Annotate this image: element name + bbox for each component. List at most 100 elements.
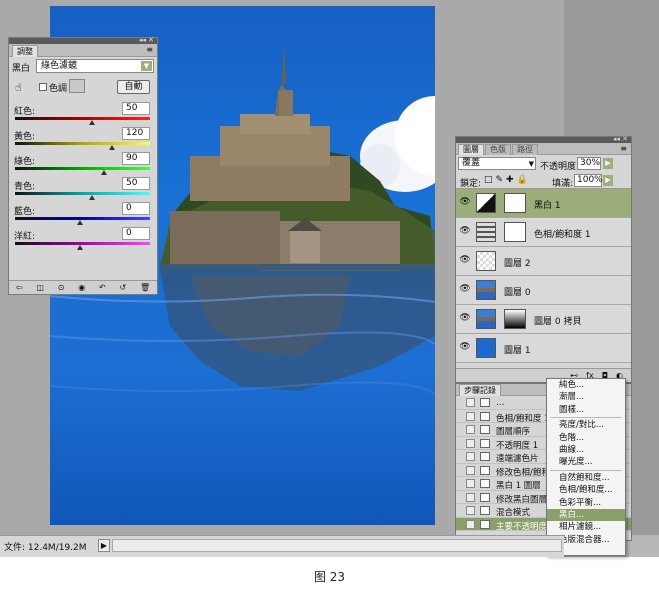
visibility-eye-icon[interactable]: 👁: [458, 342, 472, 354]
menu-item[interactable]: 相片濾鏡...: [547, 521, 625, 533]
layer-row[interactable]: 👁 色相/飽和度 1: [456, 218, 631, 247]
history-item-label: …: [496, 398, 505, 408]
opacity-slider-arrow-icon[interactable]: ▶: [603, 158, 613, 169]
layer-thumbnail[interactable]: [476, 280, 496, 300]
menu-item[interactable]: 曲線...: [547, 444, 625, 456]
slider-track[interactable]: [15, 142, 150, 145]
visibility-eye-icon[interactable]: 👁: [458, 255, 472, 267]
visibility-eye-icon[interactable]: 👁: [458, 313, 472, 325]
history-source-checkbox[interactable]: [466, 519, 475, 529]
layer-row[interactable]: 👁 圖層 0 拷貝: [456, 305, 631, 334]
opacity-input[interactable]: 30%: [577, 157, 601, 170]
bw-adjustment-icon: [476, 193, 496, 213]
history-item-label: 不透明度 1: [496, 440, 539, 451]
menu-item[interactable]: 純色...: [547, 379, 625, 391]
menu-item[interactable]: 亮度/對比...: [547, 419, 625, 431]
tab-layers-0[interactable]: 圖層: [458, 144, 484, 155]
menu-item[interactable]: 色階...: [547, 432, 625, 444]
slider-value-input[interactable]: 50: [122, 102, 150, 115]
slider-thumb[interactable]: [76, 220, 83, 225]
chevron-down-icon[interactable]: ▼: [141, 61, 152, 71]
hue-saturation-icon: [476, 222, 496, 242]
tab-adjustments[interactable]: 調整: [12, 45, 38, 57]
menu-item[interactable]: 自然飽和度...: [547, 472, 625, 484]
clip-layer-icon[interactable]: ⊙: [58, 283, 65, 292]
status-arrow-icon[interactable]: ▶: [98, 539, 110, 552]
tab-layers-1[interactable]: 色版: [485, 144, 511, 155]
layer-row[interactable]: 👁 黑白 1: [456, 189, 631, 218]
chevron-down-icon[interactable]: ▼: [529, 159, 534, 170]
layer-mask-thumbnail[interactable]: [504, 222, 526, 242]
lock-icons[interactable]: □✎✚🔒: [484, 175, 531, 185]
fill-input[interactable]: 100%: [574, 174, 603, 187]
slider-value-input[interactable]: 50: [122, 177, 150, 190]
history-source-checkbox[interactable]: [466, 452, 475, 461]
menu-item[interactable]: 色彩平衡...: [547, 497, 625, 509]
menu-item[interactable]: 色相/飽和度...: [547, 484, 625, 496]
panel-menu-icon[interactable]: ≡: [146, 45, 153, 54]
slider-thumb[interactable]: [109, 145, 116, 150]
layer-thumbnail[interactable]: [476, 309, 496, 329]
fill-slider-arrow-icon[interactable]: ▶: [603, 175, 613, 186]
collapse-icon[interactable]: ◂◂ ✕: [139, 36, 154, 44]
history-step-icon: [480, 425, 490, 434]
collapse-icon[interactable]: ◂◂ ✕: [613, 135, 628, 143]
document-size: 文件: 12.4M/19.2M: [4, 543, 87, 553]
visibility-eye-icon[interactable]: 👁: [458, 284, 472, 296]
layer-thumbnail[interactable]: [476, 338, 496, 358]
history-source-checkbox[interactable]: [466, 398, 475, 407]
slider-track[interactable]: [15, 117, 150, 120]
layer-mask-thumbnail[interactable]: [504, 193, 526, 213]
slider-value-input[interactable]: 90: [122, 152, 150, 165]
horizontal-scrollbar[interactable]: [112, 539, 562, 552]
menu-item[interactable]: 圖樣...: [547, 404, 625, 416]
history-source-checkbox[interactable]: [466, 492, 475, 502]
visibility-eye-icon[interactable]: ◉: [78, 283, 85, 292]
previous-state-icon[interactable]: ↶: [99, 283, 106, 292]
layer-row[interactable]: 👁 圖層 1: [456, 334, 631, 363]
preset-select[interactable]: 綠色濾鏡 ▼: [36, 59, 154, 73]
tint-color-swatch[interactable]: [69, 79, 85, 93]
slider-thumb[interactable]: [101, 170, 108, 175]
history-source-checkbox[interactable]: [466, 465, 475, 475]
visibility-eye-icon[interactable]: 👁: [458, 197, 472, 209]
visibility-eye-icon[interactable]: 👁: [458, 226, 472, 238]
history-source-checkbox[interactable]: [466, 479, 475, 488]
delete-icon[interactable]: 🗑: [140, 283, 150, 292]
menu-separator: [550, 417, 622, 419]
menu-item[interactable]: 漸層...: [547, 391, 625, 403]
history-source-checkbox[interactable]: [466, 411, 475, 421]
panel-menu-icon[interactable]: ≡: [620, 144, 627, 153]
history-source-checkbox[interactable]: [466, 425, 475, 434]
slider-track[interactable]: [15, 192, 150, 195]
layer-name: 圖層 2: [504, 259, 531, 269]
history-step-icon: [480, 398, 490, 407]
history-source-checkbox[interactable]: [466, 506, 475, 515]
tab-layers-2[interactable]: 路徑: [512, 144, 538, 155]
history-step-icon: [480, 479, 490, 488]
targeted-adjustment-hand-icon[interactable]: ☝: [15, 81, 22, 94]
slider-value-input[interactable]: 0: [122, 202, 150, 215]
layer-row[interactable]: 👁 圖層 0: [456, 276, 631, 305]
history-source-checkbox[interactable]: [466, 438, 475, 448]
tab-history[interactable]: 步驟記錄: [459, 384, 501, 396]
slider-track[interactable]: [15, 167, 150, 170]
tint-checkbox[interactable]: [39, 83, 47, 91]
slider-thumb[interactable]: [76, 245, 83, 250]
slider-thumb[interactable]: [88, 195, 95, 200]
blend-mode-select[interactable]: 覆蓋 ▼: [458, 157, 536, 170]
slider-value-input[interactable]: 120: [122, 127, 150, 140]
menu-item[interactable]: 曝光度...: [547, 456, 625, 468]
slider-value-input[interactable]: 0: [122, 227, 150, 240]
slider-thumb[interactable]: [88, 120, 95, 125]
history-step-icon: [480, 506, 490, 515]
return-icon[interactable]: ⇦: [16, 283, 23, 292]
menu-item[interactable]: 黑白...: [547, 508, 625, 522]
layer-thumbnail[interactable]: [476, 251, 496, 271]
auto-button[interactable]: 自動: [117, 80, 150, 94]
layer-mask-thumbnail[interactable]: [504, 309, 526, 329]
history-item-label: 遠端濾色片: [496, 454, 539, 464]
expand-view-icon[interactable]: ◫: [36, 283, 44, 292]
reset-icon[interactable]: ↺: [119, 283, 126, 292]
layer-row[interactable]: 👁 圖層 2: [456, 247, 631, 276]
